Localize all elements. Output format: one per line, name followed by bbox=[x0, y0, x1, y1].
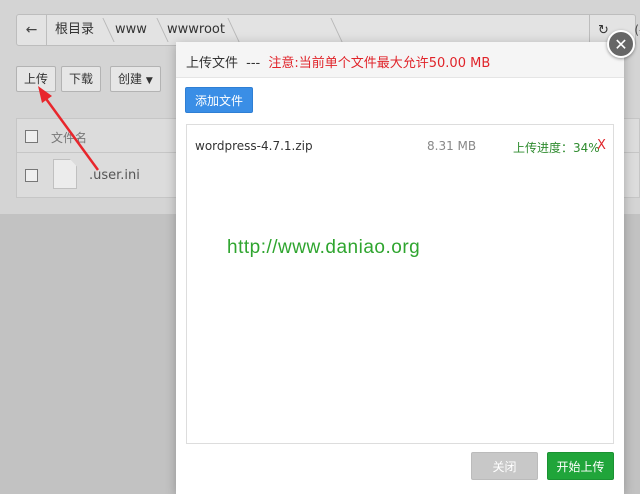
dialog-header: 上传文件 --- 注意:当前单个文件最大允许50.00 MB bbox=[176, 42, 624, 78]
row-checkbox[interactable] bbox=[25, 169, 38, 182]
remove-file-button[interactable]: X bbox=[597, 138, 606, 153]
breadcrumb-item-root[interactable]: 根目录 bbox=[55, 15, 94, 45]
dialog-title-separator: --- bbox=[246, 56, 261, 71]
select-all-checkbox[interactable] bbox=[25, 130, 38, 143]
breadcrumb-item-www[interactable]: www bbox=[115, 15, 147, 45]
list-item: wordpress-4.7.1.zip 8.31 MB 上传进度：34% X bbox=[187, 135, 613, 159]
breadcrumb-separator bbox=[319, 18, 343, 42]
refresh-icon: ↻ bbox=[598, 22, 609, 38]
start-upload-button[interactable]: 开始上传 bbox=[547, 452, 614, 480]
caret-down-icon: ▼ bbox=[145, 76, 153, 86]
close-icon[interactable]: ✕ bbox=[607, 30, 635, 58]
arrow-left-icon: ← bbox=[25, 22, 38, 38]
upload-progress-text: 上传进度：34% bbox=[513, 141, 600, 155]
file-count-text: (共 bbox=[634, 23, 640, 37]
size-limit-notice: 注意:当前单个文件最大允许50.00 MB bbox=[268, 56, 491, 71]
upload-dialog: 上传文件 --- 注意:当前单个文件最大允许50.00 MB 添加文件 word… bbox=[176, 42, 624, 494]
upload-file-name: wordpress-4.7.1.zip bbox=[195, 139, 313, 153]
file-icon bbox=[53, 159, 77, 189]
breadcrumb-separator bbox=[91, 18, 115, 42]
upload-file-list: wordpress-4.7.1.zip 8.31 MB 上传进度：34% X h… bbox=[186, 124, 614, 444]
back-button[interactable]: ← bbox=[17, 15, 47, 45]
upload-button[interactable]: 上传 bbox=[16, 66, 57, 92]
dialog-title-text: 上传文件 bbox=[186, 56, 239, 71]
create-button[interactable]: 创建 ▼ bbox=[110, 66, 161, 92]
breadcrumb-separator bbox=[145, 18, 169, 42]
create-label: 创建 bbox=[118, 72, 143, 86]
dialog-title: 上传文件 --- 注意:当前单个文件最大允许50.00 MB bbox=[186, 52, 490, 71]
column-header-name[interactable]: 文件名 bbox=[51, 129, 87, 146]
file-name[interactable]: .user.ini bbox=[89, 168, 140, 183]
watermark-text: http://www.daniao.org bbox=[227, 237, 421, 258]
download-button[interactable]: 下载 bbox=[61, 66, 102, 92]
add-file-button[interactable]: 添加文件 bbox=[185, 87, 253, 113]
close-button[interactable]: 关闭 bbox=[471, 452, 538, 480]
upload-file-size: 8.31 MB bbox=[427, 139, 477, 153]
